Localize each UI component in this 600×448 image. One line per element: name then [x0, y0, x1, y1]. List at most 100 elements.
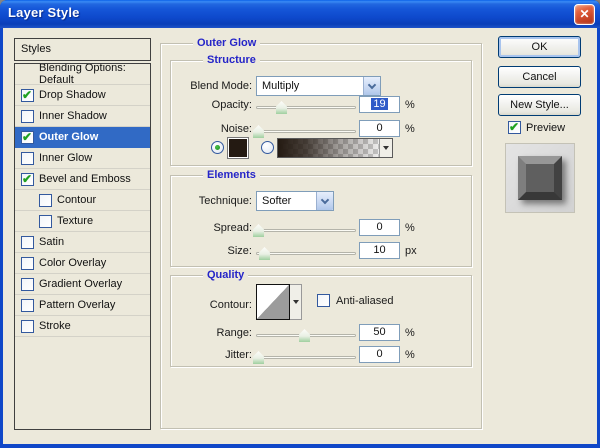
noise-slider-track[interactable]: [256, 130, 356, 133]
noise-value: 0: [376, 122, 382, 134]
style-checkbox[interactable]: [21, 236, 34, 249]
spread-slider[interactable]: [256, 223, 356, 238]
style-checkbox[interactable]: [21, 257, 34, 270]
preview-checkbox[interactable]: [508, 121, 521, 134]
style-label: Blending Options: Default: [39, 63, 150, 86]
blend-mode-value: Multiply: [262, 77, 363, 95]
styles-header: Styles: [14, 38, 151, 61]
jitter-unit: %: [405, 349, 415, 361]
jitter-value: 0: [376, 348, 382, 360]
technique-value: Softer: [262, 192, 316, 210]
opacity-input[interactable]: 19: [359, 96, 400, 113]
style-label: Contour: [57, 194, 96, 206]
style-checkbox[interactable]: [39, 194, 52, 207]
contour-dropdown-icon[interactable]: [290, 284, 302, 320]
range-input[interactable]: 50: [359, 324, 400, 341]
spread-slider-track[interactable]: [256, 229, 356, 232]
antialiased-checkbox[interactable]: [317, 294, 330, 307]
size-input[interactable]: 10: [359, 242, 400, 259]
jitter-slider-track[interactable]: [256, 356, 356, 359]
range-label: Range:: [153, 327, 252, 339]
sidebar-item-blending-options-default[interactable]: Blending Options: Default: [15, 64, 150, 85]
opacity-slider-thumb[interactable]: [276, 101, 287, 114]
style-preview-thumbnail: [505, 143, 575, 213]
antialiased-label: Anti-aliased: [336, 295, 393, 307]
new-style-button[interactable]: New Style...: [498, 94, 581, 116]
style-label: Bevel and Emboss: [39, 173, 131, 185]
glow-color-swatch[interactable]: [227, 137, 249, 159]
styles-list: Blending Options: Default Drop Shadow In…: [14, 63, 151, 430]
opacity-slider[interactable]: [256, 100, 356, 115]
size-slider-thumb[interactable]: [259, 247, 270, 260]
gradient-preview[interactable]: [278, 139, 379, 157]
close-button[interactable]: ✕: [574, 4, 595, 25]
glow-color-radio[interactable]: [211, 141, 224, 154]
glow-gradient-radio[interactable]: [261, 141, 274, 154]
jitter-input[interactable]: 0: [359, 346, 400, 363]
range-slider[interactable]: [256, 328, 356, 343]
noise-slider[interactable]: [256, 124, 356, 139]
sidebar-item-bevel-and-emboss[interactable]: Bevel and Emboss: [15, 169, 150, 190]
sidebar-item-gradient-overlay[interactable]: Gradient Overlay: [15, 274, 150, 295]
technique-select[interactable]: Softer: [256, 191, 334, 211]
style-checkbox[interactable]: [21, 89, 34, 102]
style-checkbox[interactable]: [21, 110, 34, 123]
title-bar[interactable]: Layer Style ✕: [0, 0, 600, 28]
size-slider[interactable]: [256, 246, 356, 261]
sidebar-item-outer-glow[interactable]: Outer Glow: [15, 127, 150, 148]
structure-title: Structure: [203, 54, 260, 66]
size-unit: px: [405, 245, 417, 257]
opacity-unit: %: [405, 99, 415, 111]
style-label: Inner Shadow: [39, 110, 107, 122]
sidebar-item-contour[interactable]: Contour: [15, 190, 150, 211]
window-title: Layer Style: [8, 5, 80, 20]
sidebar-item-inner-glow[interactable]: Inner Glow: [15, 148, 150, 169]
style-label: Pattern Overlay: [39, 299, 115, 311]
style-checkbox[interactable]: [21, 152, 34, 165]
blend-mode-label: Blend Mode:: [153, 80, 252, 92]
sidebar-item-drop-shadow[interactable]: Drop Shadow: [15, 85, 150, 106]
dialog-body: Styles Blending Options: Default Drop Sh…: [3, 28, 597, 444]
blend-mode-select[interactable]: Multiply: [256, 76, 381, 96]
chevron-down-icon[interactable]: [363, 77, 380, 95]
style-checkbox[interactable]: [21, 320, 34, 333]
sidebar-item-stroke[interactable]: Stroke: [15, 316, 150, 337]
jitter-label: Jitter:: [153, 349, 252, 361]
cancel-button-label: Cancel: [522, 71, 556, 83]
spread-input[interactable]: 0: [359, 219, 400, 236]
preview-bevel-square: [518, 156, 562, 200]
sidebar-item-color-overlay[interactable]: Color Overlay: [15, 253, 150, 274]
elements-title: Elements: [203, 169, 260, 181]
noise-label: Noise:: [153, 123, 252, 135]
jitter-slider[interactable]: [256, 350, 356, 365]
spread-label: Spread:: [153, 222, 252, 234]
style-checkbox[interactable]: [21, 173, 34, 186]
sidebar-item-inner-shadow[interactable]: Inner Shadow: [15, 106, 150, 127]
preview-label: Preview: [526, 122, 565, 134]
size-slider-track[interactable]: [256, 252, 356, 255]
contour-thumbnail[interactable]: [256, 284, 290, 320]
chevron-down-icon[interactable]: [316, 192, 333, 210]
opacity-value: 19: [371, 98, 387, 110]
style-label: Outer Glow: [39, 131, 98, 143]
range-value: 50: [373, 326, 385, 338]
style-checkbox[interactable]: [21, 278, 34, 291]
gradient-dropdown-icon[interactable]: [379, 139, 392, 157]
sidebar-item-satin[interactable]: Satin: [15, 232, 150, 253]
opacity-slider-track[interactable]: [256, 106, 356, 109]
sidebar-item-texture[interactable]: Texture: [15, 211, 150, 232]
glow-gradient-picker[interactable]: [277, 138, 393, 158]
ok-button[interactable]: OK: [498, 36, 581, 58]
style-checkbox[interactable]: [21, 299, 34, 312]
style-checkbox[interactable]: [21, 131, 34, 144]
range-unit: %: [405, 327, 415, 339]
style-label: Stroke: [39, 320, 71, 332]
cancel-button[interactable]: Cancel: [498, 66, 581, 88]
style-label: Satin: [39, 236, 64, 248]
noise-input[interactable]: 0: [359, 120, 400, 137]
style-label: Texture: [57, 215, 93, 227]
style-checkbox[interactable]: [39, 215, 52, 228]
sidebar-item-pattern-overlay[interactable]: Pattern Overlay: [15, 295, 150, 316]
contour-picker[interactable]: [256, 284, 302, 320]
range-slider-thumb[interactable]: [299, 329, 310, 342]
